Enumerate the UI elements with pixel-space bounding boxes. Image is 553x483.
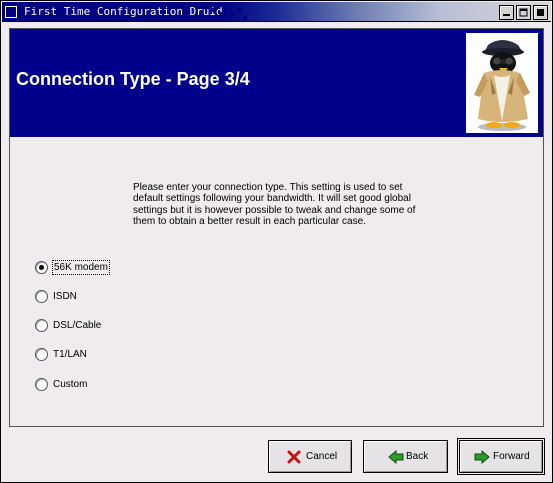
close-icon [537, 9, 544, 16]
radio-label[interactable]: Custom [52, 378, 88, 391]
radio-button[interactable] [35, 319, 48, 332]
maximize-button[interactable] [516, 5, 531, 20]
radio-selected-dot [39, 265, 44, 270]
druid-window: First Time Configuration Druid Connectio… [0, 0, 553, 483]
penguin-spy-icon [474, 40, 530, 131]
cancel-label: Cancel [306, 451, 338, 462]
radio-label[interactable]: ISDN [52, 290, 78, 303]
maximize-icon [519, 8, 528, 17]
radio-label[interactable]: DSL/Cable [52, 319, 102, 332]
radio-button[interactable] [35, 378, 48, 391]
titlebar-decoration [207, 4, 267, 20]
druid-page: Connection Type - Page 3/4 Please enter … [9, 28, 544, 427]
description-text: Please enter your connection type. This … [133, 182, 416, 227]
forward-button[interactable]: Forward [457, 438, 545, 475]
cancel-x-icon [287, 450, 301, 464]
minimize-icon [503, 14, 510, 16]
penguin-logo [466, 33, 538, 133]
radio-label[interactable]: T1/LAN [52, 348, 88, 361]
header-banner: Connection Type - Page 3/4 [10, 29, 543, 137]
minimize-button[interactable] [499, 5, 514, 20]
close-button[interactable] [533, 5, 548, 20]
radio-label[interactable]: 56K modem [52, 260, 110, 275]
window-menu-icon[interactable] [5, 6, 17, 18]
back-button[interactable]: Back [363, 440, 448, 473]
back-label: Back [406, 451, 429, 462]
page-title: Connection Type - Page 3/4 [16, 69, 250, 89]
radio-button[interactable] [35, 290, 48, 303]
radio-button[interactable] [35, 261, 48, 274]
arrow-right-icon [474, 450, 490, 464]
radio-button[interactable] [35, 348, 48, 361]
cancel-button[interactable]: Cancel [268, 440, 352, 473]
title-bar[interactable]: First Time Configuration Druid [2, 2, 551, 22]
forward-label: Forward [493, 451, 530, 462]
arrow-left-icon [388, 450, 404, 464]
window-title: First Time Configuration Druid [24, 5, 223, 18]
